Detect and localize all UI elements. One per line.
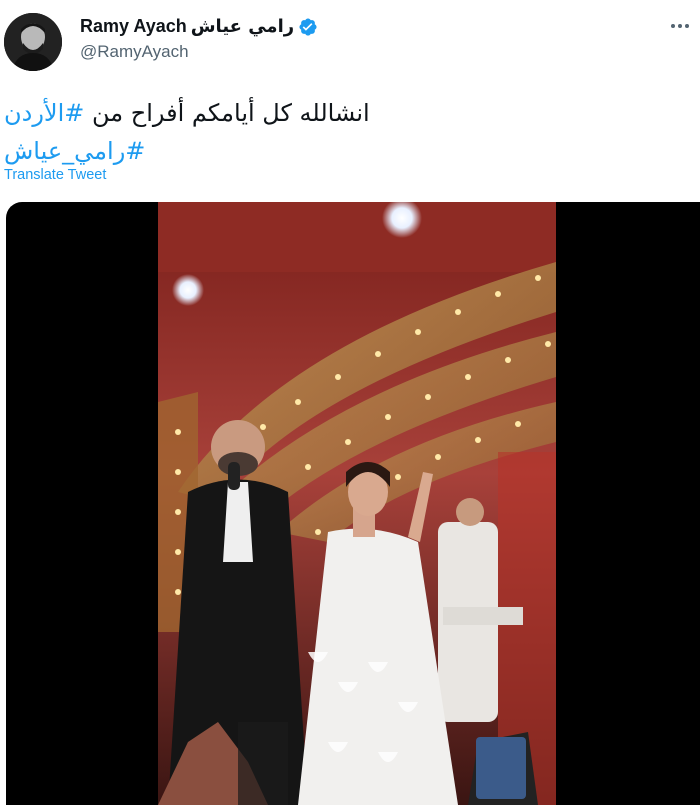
tweet-media[interactable] [6, 202, 700, 805]
author-display-name[interactable]: Ramy Ayach [80, 16, 187, 37]
hashtag-ramy-ayach[interactable]: #رامي_عياش [4, 137, 145, 165]
tweet-text-line-2: #رامي_عياش [4, 132, 560, 170]
video-frame-icon[interactable] [158, 202, 556, 805]
profile-avatar-icon [4, 13, 62, 71]
tweet-text-line-1: انشالله كل أيامكم أفراح من #الأردن [4, 94, 560, 132]
author-handle[interactable]: @RamyAyach [80, 42, 189, 62]
tweet-text-body: انشالله كل أيامكم أفراح من [84, 99, 370, 127]
tweet-text: انشالله كل أيامكم أفراح من #الأردن #رامي… [4, 94, 560, 170]
avatar[interactable] [4, 13, 62, 71]
author-name-row[interactable]: Ramy Ayach رامي عياش [80, 16, 318, 37]
verified-badge-icon [299, 17, 317, 36]
translate-tweet-link[interactable]: Translate Tweet [4, 167, 106, 183]
more-options-icon[interactable] [668, 14, 692, 38]
hashtag-jordan[interactable]: #الأردن [4, 99, 84, 127]
author-display-name-arabic[interactable]: رامي عياش [191, 16, 294, 37]
